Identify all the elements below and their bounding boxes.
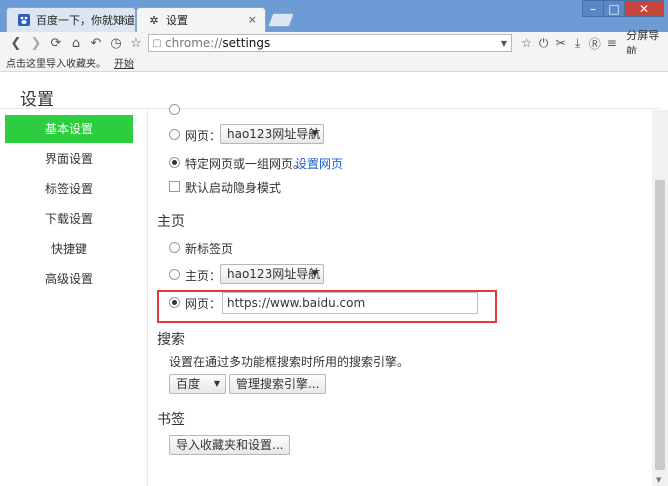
reload-icon[interactable]: ⟳ [46, 33, 66, 53]
startup-web-select[interactable]: hao123网址导航 ▼ [220, 124, 324, 144]
account-icon[interactable]: Ⓡ [586, 33, 603, 53]
homepage-home-select-value: hao123网址导航 [227, 267, 321, 281]
homepage-url-input[interactable]: https://www.baidu.com [222, 292, 478, 314]
back-icon[interactable]: ❮ [6, 33, 26, 53]
menu-icon[interactable]: ≡ [603, 33, 620, 53]
search-description: 设置在通过多功能框搜索时所用的搜索引擎。 [169, 355, 410, 369]
manage-search-engines-button[interactable]: 管理搜索引擎... [229, 374, 327, 394]
sidebar-item-tabs[interactable]: 标签设置 [5, 175, 133, 203]
forward-icon[interactable]: ❯ [26, 33, 46, 53]
home-icon[interactable]: ⌂ [66, 33, 86, 53]
homepage-web-label: 网页： [185, 297, 222, 311]
startup-specific-label: 特定网页或一组网页。 [185, 157, 306, 171]
homepage-web-radio[interactable] [169, 297, 180, 308]
homepage-home-radio[interactable] [169, 269, 180, 280]
search-engine-select[interactable]: 百度 ▼ [169, 374, 226, 394]
url-scheme: chrome:// [165, 36, 223, 50]
chevron-down-icon: ▼ [311, 129, 318, 138]
power-icon[interactable]: ⏻ [535, 33, 552, 53]
settings-main: 网页： hao123网址导航 ▼ 特定网页或一组网页。 设置网页 默认启动隐身模… [148, 104, 652, 486]
chevron-down-icon: ▼ [311, 269, 318, 278]
star-icon[interactable]: ☆ [518, 33, 535, 53]
tab-title: 设置 [166, 14, 188, 27]
sidebar-item-downloads[interactable]: 下载设置 [5, 205, 133, 233]
import-start-link[interactable]: 开始 [114, 55, 134, 70]
search-section-title: 搜索 [157, 332, 185, 348]
bookmarks-bar: 点击这里导入收藏夹。 开始 [0, 54, 668, 72]
download-icon[interactable]: ⤓ [569, 33, 586, 53]
history-clock-icon[interactable]: ◷ [106, 33, 126, 53]
homepage-newtab-label: 新标签页 [185, 242, 234, 256]
incognito-checkbox[interactable] [169, 181, 180, 192]
tab-strip: 百度一下，你就知道 × ✲ 设置 × – □ ✕ [0, 0, 668, 32]
homepage-home-label: 主页： [185, 269, 222, 283]
sidebar-item-interface[interactable]: 界面设置 [5, 145, 133, 173]
search-engine-value: 百度 [176, 377, 201, 391]
startup-web-radio[interactable] [169, 129, 180, 140]
window-controls: – □ ✕ [582, 0, 664, 17]
scroll-thumb[interactable] [655, 180, 665, 470]
gear-icon: ✲ [149, 13, 159, 27]
page-title: 设置 [20, 90, 54, 110]
incognito-label: 默认启动隐身模式 [185, 181, 282, 195]
scroll-down-arrow-icon[interactable]: ▼ [656, 476, 661, 484]
settings-sidebar: 基本设置 界面设置 标签设置 下载设置 快捷键 高级设置 [0, 110, 148, 486]
chevron-down-icon: ▼ [213, 379, 220, 388]
scrollbar[interactable]: ▼ [652, 110, 668, 486]
minimize-button[interactable]: – [582, 0, 604, 17]
homepage-section-title: 主页 [157, 214, 185, 230]
startup-web-select-value: hao123网址导航 [227, 127, 321, 141]
set-pages-link[interactable]: 设置网页 [295, 155, 343, 172]
startup-specific-radio[interactable] [169, 157, 180, 168]
settings-page: 设置 基本设置 界面设置 标签设置 下载设置 快捷键 高级设置 网页： hao1… [0, 73, 668, 486]
new-tab-button[interactable] [267, 13, 295, 27]
scissors-icon[interactable]: ✂ [552, 33, 569, 53]
sidebar-item-shortcuts[interactable]: 快捷键 [5, 235, 133, 263]
maximize-button[interactable]: □ [603, 0, 625, 17]
baidu-paw-icon [17, 13, 31, 27]
bookmark-star-icon[interactable]: ☆ [126, 33, 146, 53]
import-bookmarks-button[interactable]: 导入收藏夹和设置... [169, 435, 291, 455]
address-bar[interactable]: ▢ chrome:// settings ▼ [148, 34, 512, 52]
close-tab-icon[interactable]: × [248, 13, 257, 26]
sidebar-item-advanced[interactable]: 高级设置 [5, 265, 133, 293]
homepage-home-select[interactable]: hao123网址导航 ▼ [220, 264, 324, 284]
close-window-button[interactable]: ✕ [624, 0, 664, 17]
undo-close-icon[interactable]: ↶ [86, 33, 106, 53]
startup-continue-radio[interactable] [169, 104, 180, 115]
homepage-newtab-radio[interactable] [169, 242, 180, 253]
extension-toolbar: ☆ ⏻ ✂ ⤓ Ⓡ ≡ 分屏导航 [518, 29, 668, 58]
toolbar: ❮ ❯ ⟳ ⌂ ↶ ◷ ☆ ▢ chrome:// settings ▼ ☆ ⏻… [0, 29, 668, 58]
tab-settings[interactable]: ✲ 设置 × [136, 7, 266, 32]
startup-web-label: 网页： [185, 129, 222, 143]
page-icon: ▢ [152, 37, 162, 49]
omnibox-dropdown-icon[interactable]: ▼ [501, 39, 507, 48]
close-tab-icon[interactable]: × [118, 13, 127, 26]
sidebar-item-basic[interactable]: 基本设置 [5, 115, 133, 143]
tab-baidu[interactable]: 百度一下，你就知道 × [6, 7, 136, 32]
bookmarks-section-title: 书签 [157, 412, 185, 428]
url-path: settings [222, 36, 271, 50]
page-header: 设置 [0, 73, 660, 110]
import-hint: 点击这里导入收藏夹。 [6, 59, 106, 70]
